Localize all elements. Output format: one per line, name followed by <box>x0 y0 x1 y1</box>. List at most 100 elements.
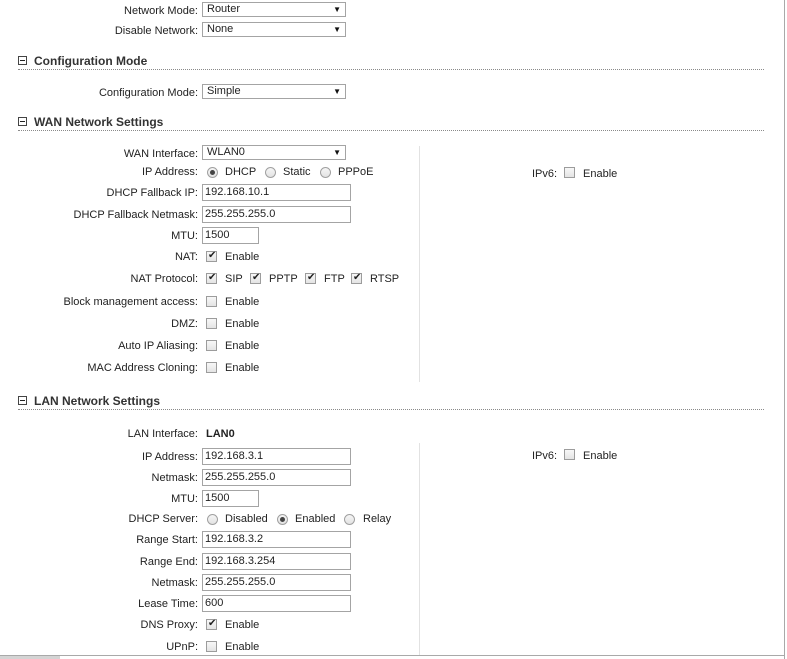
network-mode-select[interactable]: Router ▼ <box>202 2 346 17</box>
dns-proxy-checkbox[interactable] <box>206 617 217 631</box>
wan-dhcp-label: DHCP <box>225 166 257 178</box>
dhcp-enabled-radio[interactable] <box>277 514 288 525</box>
mac-address-cloning-enable-label: Enable <box>225 362 260 374</box>
lan-ipv6-label: IPv6: <box>532 450 558 462</box>
wan-ipv6-label: IPv6: <box>532 168 558 180</box>
wan-pppoe-radio[interactable] <box>320 167 331 178</box>
lan-mtu-label: MTU: <box>171 493 198 505</box>
lan-ip-address-input[interactable]: 192.168.3.1 <box>202 448 351 465</box>
wan-pppoe-label: PPPoE <box>338 166 374 178</box>
section-divider <box>18 130 764 131</box>
dhcp-disabled-radio[interactable] <box>207 514 218 525</box>
chevron-down-icon: ▼ <box>333 25 341 34</box>
collapse-icon[interactable] <box>18 117 27 126</box>
collapse-icon[interactable] <box>18 56 27 65</box>
nat-pptp-label: PPTP <box>269 273 298 285</box>
lan-ipv6-checkbox[interactable] <box>564 449 575 460</box>
configuration-section-title: Configuration Mode <box>34 54 148 68</box>
lan-netmask-input[interactable]: 255.255.255.0 <box>202 469 351 486</box>
network-mode-value: Router <box>207 3 241 15</box>
lease-time-label: Lease Time: <box>138 598 198 610</box>
wan-mtu-input[interactable]: 1500 <box>202 227 259 244</box>
auto-ip-aliasing-label: Auto IP Aliasing: <box>118 340 198 352</box>
lan-mtu-input[interactable]: 1500 <box>202 490 259 507</box>
nat-sip-label: SIP <box>225 273 243 285</box>
dhcp-fallback-netmask-input[interactable]: 255.255.255.0 <box>202 206 351 223</box>
disable-network-label: Disable Network: <box>114 25 198 37</box>
wan-static-radio[interactable] <box>265 167 276 178</box>
wan-static-label: Static <box>283 166 311 178</box>
network-mode-label: Network Mode: <box>124 5 198 17</box>
configuration-mode-value: Simple <box>207 85 241 97</box>
mac-address-cloning-checkbox[interactable] <box>206 362 217 373</box>
nat-ftp-label: FTP <box>324 273 345 285</box>
chevron-down-icon: ▼ <box>333 148 341 157</box>
lan-ipv6-enable-label: Enable <box>583 450 618 462</box>
lease-time-input[interactable]: 600 <box>202 595 351 612</box>
nat-label: NAT: <box>174 251 198 263</box>
auto-ip-aliasing-checkbox[interactable] <box>206 340 217 351</box>
section-divider <box>18 409 764 410</box>
wan-interface-select[interactable]: WLAN0 ▼ <box>202 145 346 160</box>
wan-ipv6-enable-label: Enable <box>583 168 618 180</box>
wan-section-title: WAN Network Settings <box>34 115 164 129</box>
disable-network-value: None <box>207 23 234 35</box>
block-management-checkbox[interactable] <box>206 296 217 307</box>
nat-protocol-label: NAT Protocol: <box>130 273 198 285</box>
dns-proxy-enable-label: Enable <box>225 619 260 631</box>
nat-rtsp-checkbox[interactable] <box>351 271 362 285</box>
chevron-down-icon: ▼ <box>333 5 341 14</box>
range-start-input[interactable]: 192.168.3.2 <box>202 531 351 548</box>
dhcp-fallback-netmask-label: DHCP Fallback Netmask: <box>73 209 199 221</box>
lan-ip-address-label: IP Address: <box>141 451 198 463</box>
dhcp-disabled-label: Disabled <box>225 513 268 525</box>
wan-interface-value: WLAN0 <box>207 146 245 158</box>
upnp-enable-label: Enable <box>225 641 260 653</box>
column-separator <box>419 146 420 382</box>
configuration-mode-label: Configuration Mode: <box>98 87 198 99</box>
nat-enable-label: Enable <box>225 251 260 263</box>
lan-interface-value: LAN0 <box>206 428 235 440</box>
range-netmask-label: Netmask: <box>151 577 198 589</box>
range-netmask-input[interactable]: 255.255.255.0 <box>202 574 351 591</box>
range-end-input[interactable]: 192.168.3.254 <box>202 553 351 570</box>
dhcp-relay-radio[interactable] <box>344 514 355 525</box>
frame-border-right <box>784 0 785 659</box>
block-management-label: Block management access: <box>63 296 198 308</box>
block-management-enable-label: Enable <box>225 296 260 308</box>
wan-ipv6-checkbox[interactable] <box>564 167 575 178</box>
upnp-checkbox[interactable] <box>206 641 217 652</box>
disable-network-select[interactable]: None ▼ <box>202 22 346 37</box>
frame-border-bottom <box>0 655 785 656</box>
column-separator <box>419 443 420 655</box>
lan-section-title: LAN Network Settings <box>34 394 161 408</box>
dhcp-enabled-label: Enabled <box>295 513 336 525</box>
chevron-down-icon: ▼ <box>333 87 341 96</box>
wan-dhcp-radio[interactable] <box>207 167 218 178</box>
auto-ip-aliasing-enable-label: Enable <box>225 340 260 352</box>
wan-interface-label: WAN Interface: <box>123 148 198 160</box>
nat-sip-checkbox[interactable] <box>206 271 217 285</box>
lan-interface-label: LAN Interface: <box>127 428 198 440</box>
dhcp-fallback-ip-input[interactable]: 192.168.10.1 <box>202 184 351 201</box>
nat-rtsp-label: RTSP <box>370 273 400 285</box>
dhcp-relay-label: Relay <box>363 513 392 525</box>
wan-ip-address-label: IP Address: <box>141 166 198 178</box>
lan-netmask-label: Netmask: <box>151 472 198 484</box>
nat-ftp-checkbox[interactable] <box>305 271 316 285</box>
range-end-label: Range End: <box>139 556 198 568</box>
dns-proxy-label: DNS Proxy: <box>140 619 198 631</box>
upnp-label: UPnP: <box>166 641 198 653</box>
range-start-label: Range Start: <box>136 534 198 546</box>
configuration-mode-select[interactable]: Simple ▼ <box>202 84 346 99</box>
nat-pptp-checkbox[interactable] <box>250 271 261 285</box>
dmz-checkbox[interactable] <box>206 318 217 329</box>
mac-address-cloning-label: MAC Address Cloning: <box>87 362 198 374</box>
section-divider <box>18 69 764 70</box>
dmz-enable-label: Enable <box>225 318 260 330</box>
nat-checkbox[interactable] <box>206 249 217 263</box>
dmz-label: DMZ: <box>171 318 198 330</box>
dhcp-fallback-ip-label: DHCP Fallback IP: <box>106 187 199 199</box>
wan-mtu-label: MTU: <box>171 230 198 242</box>
collapse-icon[interactable] <box>18 396 27 405</box>
